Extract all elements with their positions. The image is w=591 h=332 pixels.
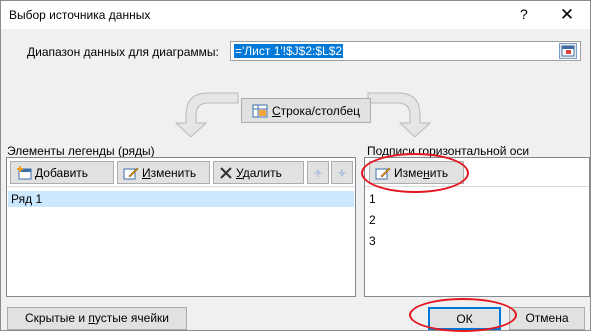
label-part: Изме — [394, 165, 424, 180]
label-part: устые ячейки — [94, 311, 169, 325]
delete-series-button[interactable]: Удалить — [213, 161, 304, 184]
chart-range-value: ='Лист 1'!$J$2:$L$2 — [234, 44, 344, 58]
toolbar-divider — [7, 186, 355, 187]
axis-list-item[interactable]: 1 — [369, 192, 376, 206]
add-series-button[interactable]: Добавить — [10, 161, 114, 184]
label-part: иапазон данных для диаграммы: — [35, 45, 219, 59]
switch-row-column-button[interactable]: Строка/столбец — [241, 98, 371, 123]
switch-row-column-label: Строка/столбец — [272, 104, 360, 118]
legend-list-item[interactable]: Ряд 1 — [8, 191, 354, 207]
axis-list-item[interactable]: 2 — [369, 213, 376, 227]
chart-range-input[interactable]: ='Лист 1'!$J$2:$L$2 — [230, 41, 581, 61]
move-up-button[interactable] — [307, 161, 329, 184]
label-part: трока/столбец — [280, 103, 361, 118]
move-down-button[interactable] — [331, 161, 353, 184]
edit-icon — [375, 167, 391, 179]
delete-icon — [220, 166, 232, 179]
arrow-up-icon — [314, 168, 322, 177]
range-select-icon — [561, 45, 575, 57]
edit-series-button[interactable]: Изменить — [117, 161, 210, 184]
edit-axis-labels-button[interactable]: Изменить — [369, 161, 464, 184]
axis-labels-panel: Изменить 1 2 3 — [364, 157, 590, 297]
add-series-label: Добавить — [35, 166, 88, 180]
delete-series-label: Удалить — [236, 166, 282, 180]
select-data-source-dialog: Выбор источника данных ? ✕ Диапазон данн… — [0, 0, 591, 332]
edit-series-label: Изменить — [142, 166, 196, 180]
switch-row-column-icon — [252, 104, 268, 117]
label-accel: Д — [27, 45, 36, 59]
label-accel: У — [236, 165, 243, 180]
label-part: Скрытые и — [25, 311, 89, 325]
title-bar: Выбор источника данных ? ✕ — [1, 1, 590, 29]
toolbar-divider — [365, 186, 589, 187]
dialog-title: Выбор источника данных — [9, 8, 151, 22]
label-accel: С — [271, 103, 281, 118]
label-part: ить — [429, 165, 449, 180]
collapse-dialog-button[interactable] — [559, 43, 577, 59]
arrow-down-icon — [338, 168, 346, 177]
close-button[interactable]: ✕ — [556, 4, 578, 26]
add-icon — [17, 165, 32, 179]
legend-entries-label: Элементы легенды (ряды) — [7, 144, 155, 158]
label-part: обавить — [43, 165, 89, 180]
cancel-button[interactable]: Отмена — [509, 307, 585, 330]
label-part: далить — [242, 165, 282, 180]
chart-range-label: Диапазон данных для диаграммы: — [27, 45, 219, 59]
hidden-empty-cells-button[interactable]: Скрытые и пустые ячейки — [7, 307, 187, 330]
help-button[interactable]: ? — [520, 6, 528, 22]
label-accel: н — [423, 165, 430, 180]
edit-axis-labels-label: Изменить — [394, 166, 448, 180]
label-accel: И — [142, 165, 151, 180]
label-part: зменить — [150, 165, 197, 180]
legend-panel: Добавить Изменить Удалить Ряд 1 — [6, 157, 356, 297]
edit-icon — [123, 167, 139, 179]
axis-list-item[interactable]: 3 — [369, 234, 376, 248]
ok-button[interactable]: ОК — [428, 307, 501, 330]
